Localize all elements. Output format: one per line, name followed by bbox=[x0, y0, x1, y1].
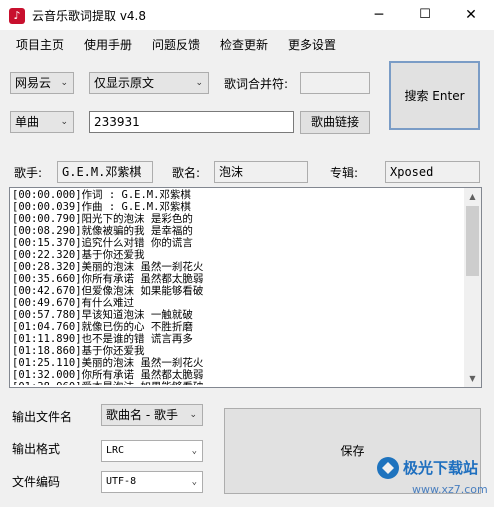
scroll-down-icon[interactable]: ▼ bbox=[464, 370, 481, 387]
chevron-down-icon: ⌄ bbox=[195, 78, 203, 88]
watermark-brand: 极光下载站 bbox=[403, 459, 478, 477]
song-name-field: 泡沫 bbox=[214, 161, 308, 183]
scrollbar-thumb[interactable] bbox=[466, 206, 479, 276]
display-mode-value: 仅显示原文 bbox=[94, 76, 155, 90]
lyric-line: [00:00.039]作曲 : G.E.M.邓紫棋 bbox=[12, 201, 191, 213]
chevron-down-icon: ⌄ bbox=[191, 477, 197, 487]
output-filename-label: 输出文件名 bbox=[12, 410, 73, 424]
singer-field: G.E.M.邓紫棋 bbox=[57, 161, 153, 183]
menu-feedback[interactable]: 问题反馈 bbox=[152, 36, 200, 53]
lyric-line: [00:00.790]阳光下的泡沫 是彩色的 bbox=[12, 213, 193, 225]
minimize-button[interactable]: ─ bbox=[356, 0, 402, 30]
output-filename-select[interactable]: 歌曲名 - 歌手 ⌄ bbox=[101, 404, 203, 426]
source-value: 网易云 bbox=[15, 76, 52, 90]
chevron-down-icon: ⌄ bbox=[189, 410, 197, 420]
singer-label: 歌手: bbox=[14, 166, 43, 180]
merge-separator-input[interactable] bbox=[300, 72, 370, 94]
menu-project-home[interactable]: 项目主页 bbox=[16, 36, 64, 53]
lyric-line: [01:25.110]美丽的泡沫 虽然一刹花火 bbox=[12, 357, 204, 369]
search-type-select[interactable]: 单曲 ⌄ bbox=[10, 111, 74, 133]
output-filename-value: 歌曲名 - 歌手 bbox=[106, 408, 178, 422]
output-format-select[interactable]: LRC ⌄ bbox=[101, 440, 203, 462]
close-button[interactable]: ✕ bbox=[448, 0, 494, 30]
watermark-url: www.xz7.com bbox=[412, 483, 488, 496]
watermark: 极光下载站 www.xz7.com bbox=[377, 457, 488, 496]
lyrics-content: [00:00.000]作词 : G.E.M.邓紫棋 [00:00.039]作曲 :… bbox=[12, 189, 462, 385]
lyric-line: [00:57.780]早该知道泡沫 一触就破 bbox=[12, 309, 193, 321]
app-icon: ♪ bbox=[9, 8, 25, 24]
menu-user-manual[interactable]: 使用手册 bbox=[84, 36, 132, 53]
lyric-line: [00:08.290]就像被骗的我 是幸福的 bbox=[12, 225, 193, 237]
source-select[interactable]: 网易云 ⌄ bbox=[10, 72, 74, 94]
search-type-value: 单曲 bbox=[15, 115, 40, 129]
output-format-value: LRC bbox=[106, 445, 125, 456]
merge-separator-label: 歌词合并符: bbox=[224, 77, 289, 91]
search-input[interactable]: 233931 bbox=[89, 111, 294, 133]
file-encoding-label: 文件编码 bbox=[12, 475, 61, 489]
lyric-line: [01:18.860]基于你还爱我 bbox=[12, 345, 145, 357]
lyric-line: [00:00.000]作词 : G.E.M.邓紫棋 bbox=[12, 189, 191, 201]
display-mode-select[interactable]: 仅显示原文 ⌄ bbox=[89, 72, 209, 94]
chevron-down-icon: ⌄ bbox=[60, 78, 68, 88]
lyric-line: [00:15.370]追究什么对错 你的谎言 bbox=[12, 237, 193, 249]
lyrics-textarea[interactable]: [00:00.000]作词 : G.E.M.邓紫棋 [00:00.039]作曲 :… bbox=[9, 187, 482, 388]
chevron-down-icon: ⌄ bbox=[191, 446, 197, 456]
scroll-up-icon[interactable]: ▲ bbox=[464, 188, 481, 205]
lyric-line: [00:28.320]美丽的泡沫 虽然一刹花火 bbox=[12, 261, 204, 273]
lyric-line: [00:42.670]但爱像泡沫 如果能够看破 bbox=[12, 285, 204, 297]
search-button[interactable]: 搜索 Enter bbox=[389, 61, 480, 130]
lyrics-scrollbar[interactable]: ▲ ▼ bbox=[464, 188, 481, 387]
album-field: Xposed bbox=[385, 161, 480, 183]
lyric-line: [01:04.760]就像已伤的心 不胜折磨 bbox=[12, 321, 193, 333]
lyric-line: [01:11.890]也不是谁的错 谎言再多 bbox=[12, 333, 193, 345]
output-format-label: 输出格式 bbox=[12, 442, 61, 456]
lyric-line: [00:35.660]你所有承诺 虽然都太脆弱 bbox=[12, 273, 204, 285]
lyric-line: [00:22.320]基于你还爱我 bbox=[12, 249, 145, 261]
lyric-line: [01:38.960]爱本是泡沫 如果能够看破 bbox=[12, 381, 462, 385]
album-label: 专辑: bbox=[330, 166, 359, 180]
file-encoding-value: UTF-8 bbox=[106, 476, 137, 487]
chevron-down-icon: ⌄ bbox=[60, 117, 68, 127]
song-link-button[interactable]: 歌曲链接 bbox=[300, 111, 370, 134]
menu-check-update[interactable]: 检查更新 bbox=[220, 36, 268, 53]
maximize-button[interactable]: ☐ bbox=[402, 0, 448, 30]
lyric-line: [00:49.670]有什么难过 bbox=[12, 297, 135, 309]
window-title: 云音乐歌词提取 v4.8 bbox=[32, 9, 147, 23]
song-name-label: 歌名: bbox=[172, 166, 201, 180]
file-encoding-select[interactable]: UTF-8 ⌄ bbox=[101, 471, 203, 493]
lyric-line: [01:32.000]你所有承诺 虽然都太脆弱 bbox=[12, 369, 204, 381]
menu-more-settings[interactable]: 更多设置 bbox=[288, 36, 336, 53]
